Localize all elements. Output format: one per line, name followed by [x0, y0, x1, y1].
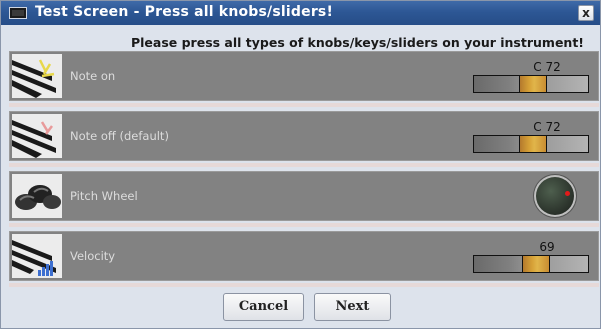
piano-keys-note-on-icon	[12, 54, 62, 98]
window-app-icon	[9, 7, 27, 19]
row-label: Velocity	[70, 249, 116, 263]
note-off-meter	[473, 135, 589, 153]
pitch-wheel-knob[interactable]	[534, 175, 576, 217]
row-note-off: Note off (default) C 72	[9, 111, 599, 167]
note-value: C 72	[533, 60, 561, 74]
row-velocity: Velocity 69	[9, 231, 599, 287]
velocity-value: 69	[539, 240, 555, 254]
test-screen-window: Test Screen - Press all knobs/sliders! x…	[0, 0, 601, 329]
meter-indicator	[522, 256, 550, 272]
row-pitch-wheel: Pitch Wheel	[9, 171, 599, 227]
row-label: Pitch Wheel	[70, 189, 138, 203]
row-note-on: Note on C 72	[9, 51, 599, 107]
knob-position-marker	[565, 191, 570, 196]
piano-keys-note-off-icon	[12, 114, 62, 158]
next-button[interactable]: Next	[314, 293, 391, 321]
cancel-button[interactable]: Cancel	[223, 293, 304, 321]
velocity-meter	[473, 255, 589, 273]
piano-keys-velocity-icon	[12, 234, 62, 278]
pitch-wheel-icon	[12, 174, 62, 218]
row-label: Note on	[70, 69, 116, 83]
window-title: Test Screen - Press all knobs/sliders!	[35, 4, 334, 20]
meter-indicator	[519, 136, 547, 152]
note-value: C 72	[533, 120, 561, 134]
meter-indicator	[519, 76, 547, 92]
close-button[interactable]: x	[578, 5, 594, 21]
row-label: Note off (default)	[70, 129, 169, 143]
note-on-meter	[473, 75, 589, 93]
instruction-text: Please press all types of knobs/keys/sli…	[130, 35, 584, 50]
title-bar[interactable]: Test Screen - Press all knobs/sliders! x	[1, 1, 600, 25]
